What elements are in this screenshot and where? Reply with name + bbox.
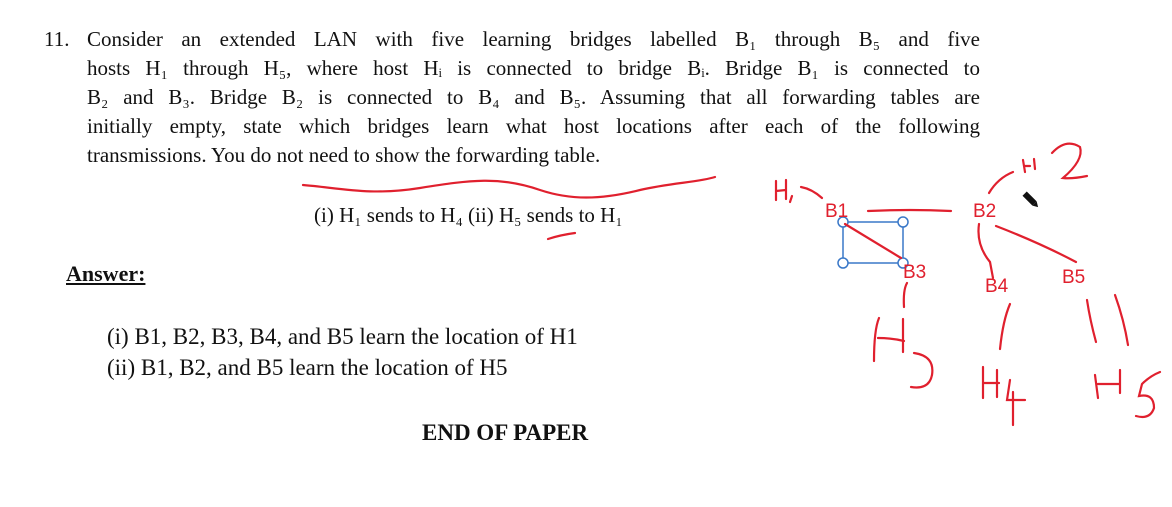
link-b1-b3 xyxy=(843,222,903,260)
bridge-b3-label: B3 xyxy=(903,262,926,283)
link-b1-b2 xyxy=(866,208,953,213)
link-b2-b4 xyxy=(977,222,995,280)
pen-icon xyxy=(1022,191,1039,208)
link-b2-h2 xyxy=(987,170,1015,195)
document-page: 11. Consider an extended LAN with five l… xyxy=(0,0,1172,507)
bridge-b5-label: B5 xyxy=(1062,267,1085,288)
handwritten-h5 xyxy=(1093,368,1162,419)
link-b3-h3 xyxy=(902,281,909,309)
link-b5-h5-left xyxy=(1085,298,1098,344)
link-b2-b5 xyxy=(994,224,1078,264)
link-b4-h4 xyxy=(998,302,1012,351)
bridge-b1-label: B1 xyxy=(825,201,848,222)
handwritten-h4 xyxy=(981,365,1027,427)
underline-stroke xyxy=(301,175,717,199)
bridge-b2-label: B2 xyxy=(973,201,996,222)
handwritten-h1 xyxy=(774,178,824,204)
handwritten-h2 xyxy=(1021,142,1089,180)
annotation-layer: B1 B2 B3 B4 B5 xyxy=(301,142,1162,427)
bridge-b4-label: B4 xyxy=(985,276,1009,297)
link-b5-h5-right xyxy=(1113,293,1130,347)
handwritten-h3 xyxy=(872,316,934,389)
selection-box[interactable] xyxy=(837,216,909,269)
underline-mark xyxy=(546,231,577,241)
